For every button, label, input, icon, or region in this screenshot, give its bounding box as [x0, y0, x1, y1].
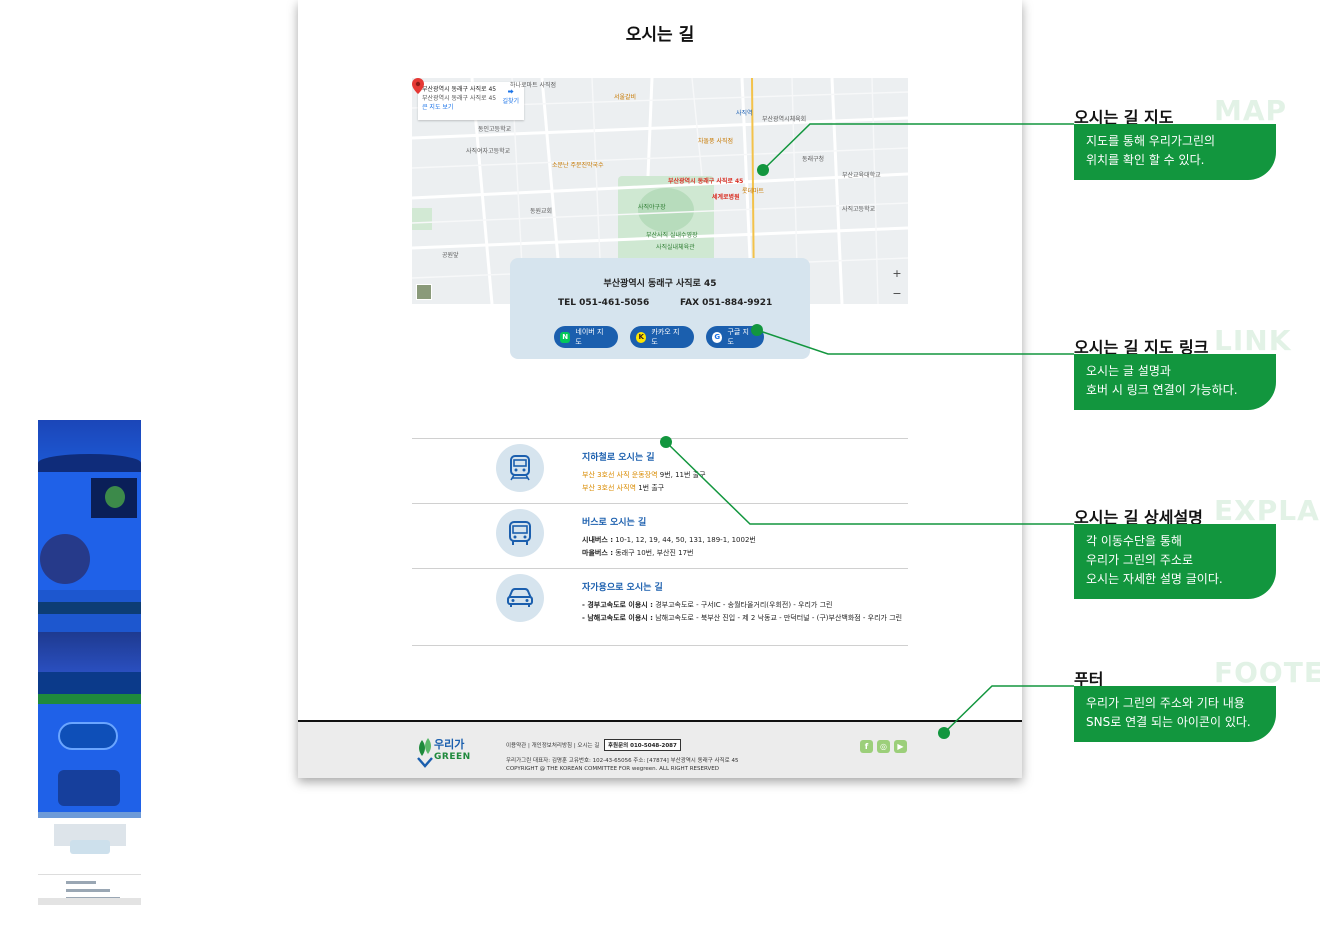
satellite-toggle[interactable] — [416, 284, 432, 300]
directions-link[interactable]: ⮕ 길찾기 — [502, 88, 519, 106]
footer-logo[interactable]: 우리가 GREEN — [416, 736, 472, 768]
naver-map-button[interactable]: N 네이버 지도 — [554, 326, 618, 348]
zoom-in-button[interactable]: + — [890, 264, 904, 284]
logo-text-english: GREEN — [434, 752, 471, 762]
zoom-out-button[interactable]: − — [890, 284, 904, 304]
map-label: 사직야구장 — [638, 204, 666, 211]
thumb-divider — [38, 602, 141, 614]
annotation-bg-word: FOOTER — [1214, 656, 1320, 689]
thumb-intro — [38, 472, 141, 530]
kakao-icon: K — [636, 331, 647, 343]
map-label: 동래구청 — [802, 156, 825, 163]
annotation-bubble: 각 이동수단을 통해 우리가 그린의 주소로 오시는 자세한 설명 글이다. — [1074, 524, 1276, 599]
annotation-bg-word: EXPLAIN — [1214, 494, 1320, 527]
map-label: 서울갈비 — [614, 94, 637, 101]
google-icon: G — [712, 331, 723, 343]
site-footer: 우리가 GREEN 이용약관 | 개인정보처리방침 | 오시는 길 후원문의 0… — [298, 720, 1022, 778]
thumb-section-2 — [38, 618, 141, 632]
annotation-bg-word: LINK — [1214, 324, 1292, 357]
footer-links[interactable]: 이용약관 | 개인정보처리방침 | 오시는 길 — [506, 741, 599, 749]
subway-title: 지하철로 오시는 길 — [582, 453, 655, 463]
full-page-thumbnail — [38, 420, 141, 905]
map-pin-icon[interactable] — [412, 78, 424, 94]
naver-icon: N — [560, 331, 571, 343]
map-label: 차돌풍 사직점 — [698, 138, 734, 145]
thumb-campaign — [38, 704, 141, 812]
map-label: 동원교회 — [530, 208, 553, 215]
instagram-icon[interactable]: ◎ — [877, 740, 890, 753]
map-label: 세계로병원 — [712, 194, 740, 201]
donation-phone: 후원문의 010-5048-2087 — [604, 739, 681, 751]
divider — [412, 645, 908, 646]
map-label: 사직고등학교 — [842, 206, 876, 213]
page-title: 오시는 길 — [625, 25, 695, 45]
bus-icon — [496, 509, 544, 557]
directions-icon: ⮕ — [507, 89, 514, 96]
map-label: 사직역 — [736, 110, 753, 117]
map-label: 공원앞 — [442, 252, 459, 259]
map-label: 부산광역시체육회 — [762, 116, 807, 123]
bus-line-1: 시내버스 : 10-1, 12, 19, 44, 50, 131, 189-1,… — [582, 536, 756, 544]
map-zoom-controls: + − — [890, 264, 904, 304]
car-line-1: - 경부고속도로 이용시 : 경부고속도로 - 구서IC - 송월타올거리(우회… — [582, 601, 833, 609]
car-line-2: - 남해고속도로 이용시 : 남해고속도로 - 북부산 진입 - 제 2 낙동교… — [582, 614, 903, 622]
facebook-icon[interactable]: f — [860, 740, 873, 753]
subway-icon — [496, 444, 544, 492]
annotation-bubble: 지도를 통해 우리가그린의 위치를 확인 할 수 있다. — [1074, 124, 1276, 180]
location-page: 오시는 길 부산광역시 동래구 사직로 45 부산광역시 동래구 사직로 45 … — [298, 0, 1022, 778]
youtube-icon[interactable]: ▶ — [894, 740, 907, 753]
logo-text-korean: 우리가 — [434, 738, 465, 751]
map-label: 사직실내체육관 — [656, 244, 695, 251]
annotation-bubble: 오시는 글 설명과 호버 시 링크 연결이 가능하다. — [1074, 354, 1276, 410]
bus-line-2: 마을버스 : 동래구 10번, 부산진 17번 — [582, 549, 694, 557]
map-label: 롯데마트 — [742, 188, 765, 195]
thumb-location — [38, 818, 141, 874]
car-icon — [496, 574, 544, 622]
map-label: 소문난 주문진막국수 — [552, 162, 604, 169]
annotation-bg-word: MAP — [1214, 94, 1288, 127]
naver-map-label: 네이버 지도 — [575, 328, 604, 346]
bus-route: 버스로 오시는 길 시내버스 : 10-1, 12, 19, 44, 50, 1… — [412, 503, 908, 567]
thumb-green-band — [38, 694, 141, 704]
kakao-map-button[interactable]: K 카카오 지도 — [630, 326, 694, 348]
thumb-footer — [38, 898, 141, 905]
address-card: 부산광역시 동래구 사직로 45 TEL 051-461-5056 FAX 05… — [510, 258, 810, 359]
tel-text: TEL 051-461-5056 — [558, 298, 650, 308]
bus-title: 버스로 오시는 길 — [582, 518, 647, 528]
footer-copyright: COPYRIGHT @ THE KOREAN COMMITTEE FOR weg… — [506, 766, 719, 772]
subway-line-1: 부산 3호선 사직 운동장역 9번, 11번 출구 — [582, 471, 706, 479]
map-label: 동인고등학교 — [478, 126, 512, 133]
annotation-bubble: 우리가 그린의 주소와 기타 내용 SNS로 연결 되는 아이콘이 있다. — [1074, 686, 1276, 742]
car-route: 자가용으로 오시는 길 - 경부고속도로 이용시 : 경부고속도로 - 구서IC… — [412, 568, 908, 632]
map-label: 부산사직 실내수영장 — [646, 232, 698, 239]
thumb-dark-band — [38, 672, 141, 694]
subway-route: 지하철로 오시는 길 부산 3호선 사직 운동장역 9번, 11번 출구 부산 … — [412, 438, 908, 502]
kakao-map-label: 카카오 지도 — [651, 328, 680, 346]
subway-line-2: 부산 3호선 사직역 1번 출구 — [582, 484, 665, 492]
thumb-about — [38, 530, 141, 590]
thumb-banner — [38, 632, 141, 672]
car-title: 자가용으로 오시는 길 — [582, 583, 663, 593]
map-address-box: 부산광역시 동래구 사직로 45 부산광역시 동래구 사직로 45 큰 지도 보… — [418, 82, 524, 120]
directions-label: 길찾기 — [502, 98, 519, 105]
map-pin-label: 부산광역시 동래구 사직로 45 — [668, 178, 744, 185]
map-label: 부산교육대학교 — [842, 172, 881, 179]
fax-text: FAX 051-884-9921 — [680, 298, 773, 308]
address-text: 부산광역시 동래구 사직로 45 — [603, 279, 717, 289]
google-map-button[interactable]: G 구글 지도 — [706, 326, 764, 348]
map-label: 사직여자고등학교 — [466, 148, 511, 155]
map-label: 하나로마트 사직점 — [510, 82, 557, 89]
leaf-icon — [417, 738, 433, 768]
thumb-hero — [38, 420, 141, 472]
google-map-label: 구글 지도 — [727, 328, 749, 346]
footer-address: 우리가그린 대표자: 김명훈 고유번호: 102-43-65056 주소: [4… — [506, 758, 739, 764]
